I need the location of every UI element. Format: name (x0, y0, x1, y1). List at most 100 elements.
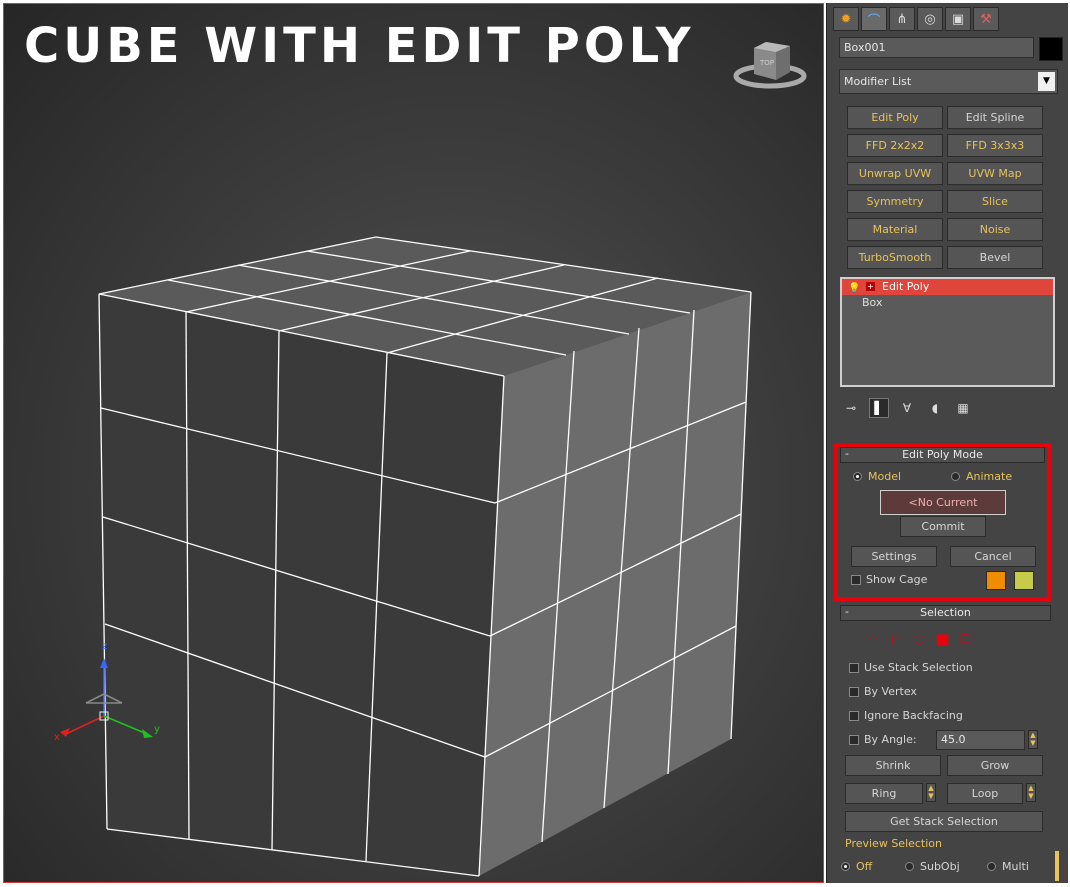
checkbox-icon[interactable] (849, 686, 859, 697)
radio-dot-icon[interactable] (853, 472, 862, 481)
checkbox-label: By Vertex (864, 685, 917, 698)
show-cage-label: Show Cage (866, 573, 928, 586)
radio-dot-icon[interactable] (841, 862, 850, 871)
shrink-button[interactable]: Shrink (845, 755, 941, 776)
utilities-tab-hammer-icon[interactable]: ⚒ (973, 7, 999, 31)
checkbox-icon[interactable] (849, 734, 859, 745)
selection-header[interactable]: - Selection (840, 605, 1051, 621)
show-cage-checkbox[interactable]: Show Cage (851, 573, 927, 586)
axis-label-x: x (54, 732, 60, 743)
modifier-list-label: Modifier List (844, 75, 912, 88)
create-tab-sun-icon[interactable]: ✹ (833, 7, 859, 31)
panel-tabs: ✹ ⌒ ⋔ ◎ ▣ ⚒ (833, 7, 999, 31)
ffd-2x2x2-button[interactable]: FFD 2x2x2 (847, 134, 943, 157)
radio-label: Off (856, 860, 873, 873)
radio-dot-icon[interactable] (951, 472, 960, 481)
cancel-button[interactable]: Cancel (950, 546, 1036, 567)
checkbox-label: Ignore Backfacing (864, 709, 963, 722)
current-operation-display: <No Current Operation> (880, 490, 1006, 532)
modifier-list-dropdown[interactable]: Modifier List ▼ (839, 69, 1058, 94)
edit-spline-button[interactable]: Edit Spline (947, 106, 1043, 129)
angle-value-field[interactable]: 45.0 (936, 730, 1025, 750)
unwrap-uvw-button[interactable]: Unwrap UVW (847, 162, 943, 185)
checkbox-label: Use Stack Selection (864, 661, 973, 674)
edit-poly-mode-header[interactable]: - Edit Poly Mode (840, 447, 1045, 463)
object-name-field[interactable]: Box001 (839, 37, 1034, 58)
show-end-result-icon[interactable]: ▌ (869, 398, 889, 418)
preview-multi-radio[interactable]: Multi (987, 860, 1029, 873)
stack-toolbar: ⊸ ▌ ∀ ◖ ▦ (841, 398, 973, 418)
turbosmooth-button[interactable]: TurboSmooth (847, 246, 943, 269)
animate-radio[interactable]: Animate (951, 470, 1012, 483)
subobject-level-icons: ⁘ ◸ ◌ ■ ❒ (865, 630, 974, 648)
radio-dot-icon[interactable] (987, 862, 996, 871)
viewcube-label[interactable]: TOP (760, 59, 774, 67)
cube-wireframe[interactable] (4, 4, 824, 883)
command-panel: ✹ ⌒ ⋔ ◎ ▣ ⚒ Box001 Modifier List ▼ Edit … (826, 3, 1068, 883)
ffd-3x3x3-button[interactable]: FFD 3x3x3 (947, 134, 1043, 157)
stack-item-edit-poly[interactable]: 💡 + Edit Poly (842, 279, 1053, 295)
slice-button[interactable]: Slice (947, 190, 1043, 213)
axis-label-y: y (154, 724, 160, 735)
ring-spinner-icon[interactable]: ▲ ▼ (926, 783, 936, 802)
pin-stack-icon[interactable]: ⊸ (841, 398, 861, 418)
edit-poly-button[interactable]: Edit Poly (847, 106, 943, 129)
remove-modifier-icon[interactable]: ◖ (925, 398, 945, 418)
uvw-map-button[interactable]: UVW Map (947, 162, 1043, 185)
panel-scrollbar[interactable] (1055, 851, 1059, 881)
border-mode-icon[interactable]: ◌ (911, 630, 928, 647)
settings-button[interactable]: Settings (851, 546, 937, 567)
model-label: Model (868, 470, 902, 483)
preview-subobj-radio[interactable]: SubObj (905, 860, 960, 873)
model-radio[interactable]: Model (853, 470, 901, 483)
make-unique-icon[interactable]: ∀ (897, 398, 917, 418)
by-vertex-checkbox[interactable]: By Vertex (849, 685, 917, 698)
edge-mode-icon[interactable]: ◸ (888, 630, 905, 647)
rollout-title: Edit Poly Mode (902, 448, 983, 461)
symmetry-button[interactable]: Symmetry (847, 190, 943, 213)
by-angle-checkbox[interactable]: By Angle: (849, 733, 917, 746)
collapse-icon[interactable]: - (845, 447, 849, 461)
get-stack-selection-button[interactable]: Get Stack Selection (845, 811, 1043, 832)
element-mode-icon[interactable]: ❒ (957, 630, 974, 647)
modify-tab-bend-icon[interactable]: ⌒ (861, 7, 887, 31)
preview-off-radio[interactable]: Off (841, 860, 872, 873)
object-color-swatch[interactable] (1039, 37, 1063, 61)
grow-button[interactable]: Grow (947, 755, 1043, 776)
checkbox-icon[interactable] (849, 662, 859, 673)
stack-item-box[interactable]: Box (842, 295, 1053, 311)
display-tab-monitor-icon[interactable]: ▣ (945, 7, 971, 31)
ring-button[interactable]: Ring (845, 783, 923, 804)
expand-plus-icon[interactable]: + (866, 282, 875, 291)
modifier-stack[interactable]: 💡 + Edit Poly Box (840, 277, 1055, 387)
rollout-title: Selection (920, 606, 971, 619)
animate-label: Animate (966, 470, 1013, 483)
cage-color-swatch-2[interactable] (1014, 571, 1034, 590)
ignore-backfacing-checkbox[interactable]: Ignore Backfacing (849, 709, 963, 722)
checkbox-icon[interactable] (851, 574, 861, 585)
loop-spinner-icon[interactable]: ▲ ▼ (1026, 783, 1036, 802)
checkbox-icon[interactable] (849, 710, 859, 721)
motion-tab-motion-icon[interactable]: ◎ (917, 7, 943, 31)
bevel-button[interactable]: Bevel (947, 246, 1043, 269)
loop-button[interactable]: Loop (947, 783, 1023, 804)
radio-label: Multi (1002, 860, 1029, 873)
stack-item-label: Box (862, 296, 883, 309)
hierarchy-tab-hierarchy-icon[interactable]: ⋔ (889, 7, 915, 31)
radio-dot-icon[interactable] (905, 862, 914, 871)
configure-modifier-sets-icon[interactable]: ▦ (953, 398, 973, 418)
angle-spinner-icon[interactable]: ▲ ▼ (1028, 730, 1038, 749)
cage-color-swatch-1[interactable] (986, 571, 1006, 590)
collapse-icon[interactable]: - (845, 605, 849, 619)
polygon-mode-icon[interactable]: ■ (934, 630, 951, 648)
checkbox-label: By Angle: (864, 733, 917, 746)
material-button[interactable]: Material (847, 218, 943, 241)
axis-label-z: z (102, 641, 108, 652)
noise-button[interactable]: Noise (947, 218, 1043, 241)
commit-button[interactable]: Commit (900, 516, 986, 537)
viewport-title: CUBE WITH EDIT POLY (24, 18, 695, 74)
viewport[interactable]: CUBE WITH EDIT POLY z x y TOP (3, 3, 824, 883)
vertex-mode-icon[interactable]: ⁘ (865, 630, 882, 647)
dropdown-arrow-icon[interactable]: ▼ (1038, 72, 1055, 91)
use-stack-selection-checkbox[interactable]: Use Stack Selection (849, 661, 973, 674)
